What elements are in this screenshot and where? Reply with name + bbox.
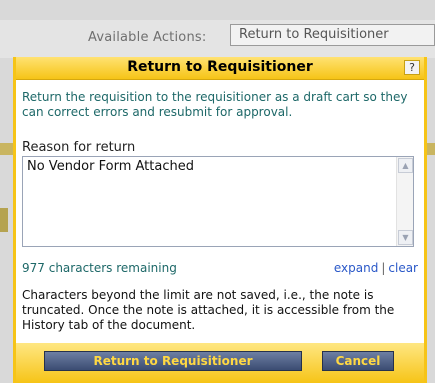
- reason-textarea-box: No Vendor Form Attached ▲ ▼: [22, 156, 414, 247]
- up-arrow-icon[interactable]: ▲: [398, 158, 413, 173]
- clear-link[interactable]: clear: [388, 261, 418, 275]
- textarea-links: expand | clear: [334, 261, 418, 275]
- down-arrow-icon[interactable]: ▼: [398, 230, 413, 245]
- available-actions-select[interactable]: Return to Requisitioner: [230, 24, 435, 46]
- characters-remaining: 977 characters remaining: [22, 261, 177, 275]
- reason-textarea[interactable]: No Vendor Form Attached: [23, 157, 396, 246]
- available-actions-label: Available Actions:: [88, 30, 207, 45]
- dialog-title: Return to Requisitioner: [127, 59, 313, 75]
- return-to-requisitioner-button[interactable]: Return to Requisitioner: [44, 351, 302, 371]
- return-to-requisitioner-dialog: Return to Requisitioner ? Return the req…: [13, 57, 427, 383]
- background-side-tab: [0, 208, 8, 232]
- reason-scrollbar[interactable]: ▲ ▼: [396, 157, 413, 246]
- help-button[interactable]: ?: [404, 60, 420, 75]
- expand-link[interactable]: expand: [334, 261, 378, 275]
- reason-label: Reason for return: [22, 140, 136, 155]
- dialog-footer: Return to Requisitioner Cancel: [16, 343, 424, 383]
- truncation-note: Characters beyond the limit are not save…: [22, 288, 395, 332]
- dialog-description: Return the requisition to the requisitio…: [22, 90, 408, 119]
- cancel-button[interactable]: Cancel: [322, 351, 394, 371]
- link-separator: |: [381, 261, 386, 275]
- dialog-title-bar: Return to Requisitioner ?: [16, 57, 424, 80]
